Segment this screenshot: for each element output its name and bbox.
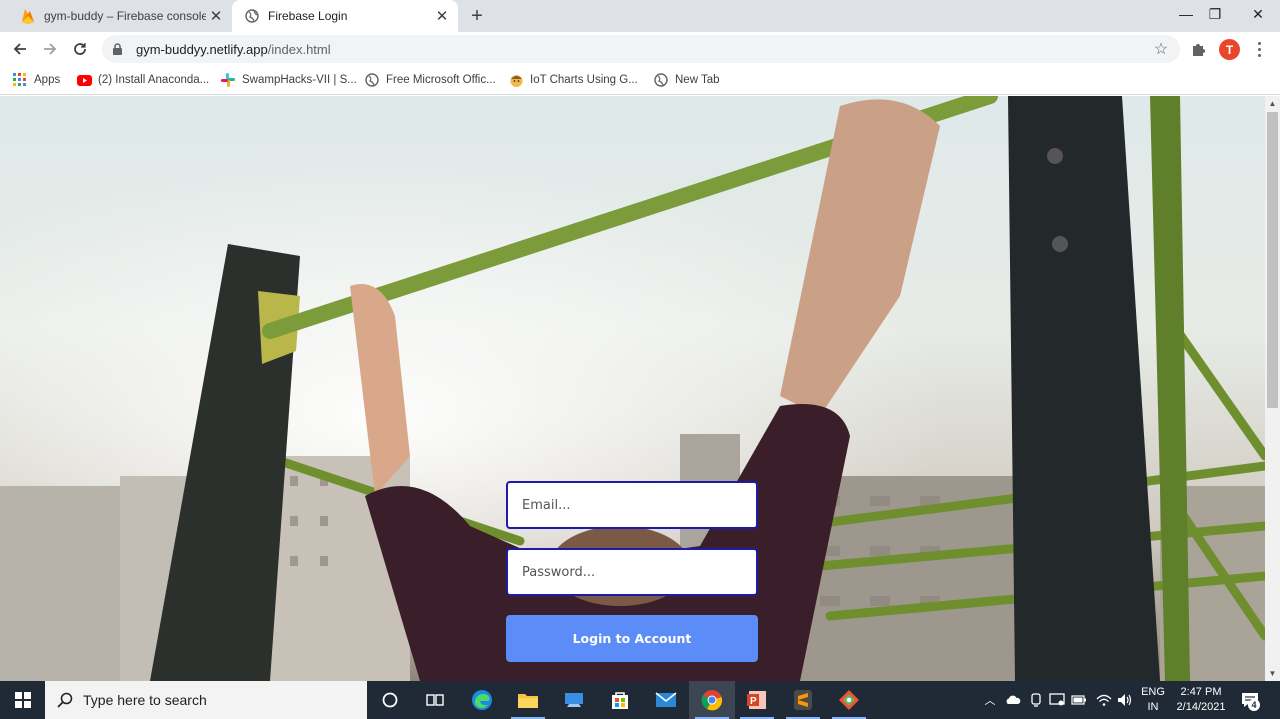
scroll-up-arrow-icon[interactable]: ▲ [1268,99,1277,108]
lock-icon[interactable] [112,42,126,56]
store-icon[interactable] [597,681,643,719]
clock-date: 2/14/2021 [1176,701,1226,713]
slack-icon [220,72,236,88]
onedrive-cloud-icon[interactable] [1003,681,1023,719]
bookmark-label: Apps [34,74,61,86]
maximize-button[interactable]: ❐ [1193,0,1237,28]
bookmark-swamphacks[interactable]: SwampHacks-VII | S... [220,71,357,89]
url-path: /index.html [267,41,331,57]
windows-logo-icon [14,692,31,708]
bookmark-apps[interactable]: Apps [12,71,60,89]
url-host: gym-buddyy.netlify.app [136,41,268,57]
forward-button[interactable] [37,36,63,62]
youtube-icon [76,72,92,88]
bookmark-label: (2) Install Anaconda... [98,74,210,86]
tab-strip: gym-buddy – Firebase console ✕ Firebase … [0,0,1280,32]
task-view-icon[interactable] [412,681,458,719]
wifi-icon[interactable] [1094,681,1114,719]
display-settings-icon[interactable] [1047,681,1067,719]
close-tab-icon[interactable]: ✕ [432,6,452,26]
scroll-down-arrow-icon[interactable]: ▼ [1268,669,1277,678]
tab-firebase-login[interactable]: Firebase Login ✕ [232,0,458,32]
git-icon[interactable] [826,681,872,719]
battery-icon[interactable] [1069,681,1089,719]
taskbar: Type here to search P ︿ ENG IN 2:47 PM 2… [0,681,1280,719]
close-tab-icon[interactable]: ✕ [206,6,226,26]
tab-title: gym-buddy – Firebase console [44,9,206,23]
bookmark-iot-charts[interactable]: IoT Charts Using G... [508,71,638,89]
password-field[interactable] [506,548,758,596]
cloud-app-icon[interactable] [551,681,597,719]
powerpoint-icon[interactable]: P [734,681,780,719]
bookmark-label: IoT Charts Using G... [530,74,638,86]
apps-grid-icon [12,72,28,88]
profile-avatar[interactable]: T [1219,39,1240,60]
cortana-icon[interactable] [367,681,413,719]
bookmark-star-icon[interactable]: ☆ [1152,40,1170,58]
volume-icon[interactable] [1115,681,1135,719]
language-region: IN [1147,701,1159,713]
language-indicator[interactable]: ENG IN [1140,685,1166,715]
browser-toolbar: gym-buddyy.netlify.app/index.html ☆ T [0,32,1280,66]
bookmark-label: SwampHacks-VII | S... [242,74,357,86]
bookmark-new-tab[interactable]: New Tab [653,71,720,89]
meet-now-icon[interactable] [1026,681,1046,719]
bookmarks-bar: Apps (2) Install Anaconda... SwampHacks-… [0,66,1280,95]
address-bar[interactable]: gym-buddyy.netlify.app/index.html ☆ [102,35,1180,63]
extensions-puzzle-icon[interactable] [1188,38,1210,60]
globe-icon [653,72,669,88]
mail-icon[interactable] [643,681,689,719]
url-text: gym-buddyy.netlify.app/index.html [136,42,331,57]
close-window-button[interactable]: ✕ [1236,0,1280,28]
globe-icon [364,72,380,88]
bookmark-label: New Tab [675,74,720,86]
system-clock[interactable]: 2:47 PM 2/14/2021 [1172,685,1230,715]
action-center-icon[interactable]: 4 [1238,689,1262,711]
language-code: ENG [1141,686,1165,698]
page-scrollbar[interactable]: ▲ ▼ [1265,96,1280,681]
notification-count-badge: 4 [1248,699,1260,711]
show-hidden-icons-chevron-icon[interactable]: ︿ [982,681,998,719]
svg-text:P: P [750,696,757,707]
taskbar-search-box[interactable]: Type here to search [45,681,367,719]
bookmark-anaconda[interactable]: (2) Install Anaconda... [76,71,209,89]
new-tab-button[interactable]: + [466,5,488,27]
scrollbar-thumb[interactable] [1267,112,1278,408]
clock-time: 2:47 PM [1180,686,1222,698]
bookmark-microsoft-office[interactable]: Free Microsoft Offic... [364,71,496,89]
file-explorer-icon[interactable] [505,681,551,719]
page-viewport: Login to Account [0,96,1265,681]
email-field[interactable] [506,481,758,529]
globe-icon [244,8,260,24]
search-icon [55,690,75,710]
windows-start-button[interactable] [0,681,45,719]
tab-firebase-console[interactable]: gym-buddy – Firebase console ✕ [8,0,232,32]
avatar-emoji-icon [508,72,524,88]
browser-menu-icon[interactable] [1252,39,1266,59]
back-button[interactable] [7,36,33,62]
reload-button[interactable] [67,36,93,62]
firebase-icon [20,8,36,24]
login-button[interactable]: Login to Account [506,615,758,662]
chrome-icon[interactable] [689,681,735,719]
sublime-text-icon[interactable] [780,681,826,719]
tab-title: Firebase Login [268,9,348,23]
edge-icon[interactable] [459,681,505,719]
search-placeholder: Type here to search [83,692,207,708]
bookmark-label: Free Microsoft Offic... [386,74,496,86]
